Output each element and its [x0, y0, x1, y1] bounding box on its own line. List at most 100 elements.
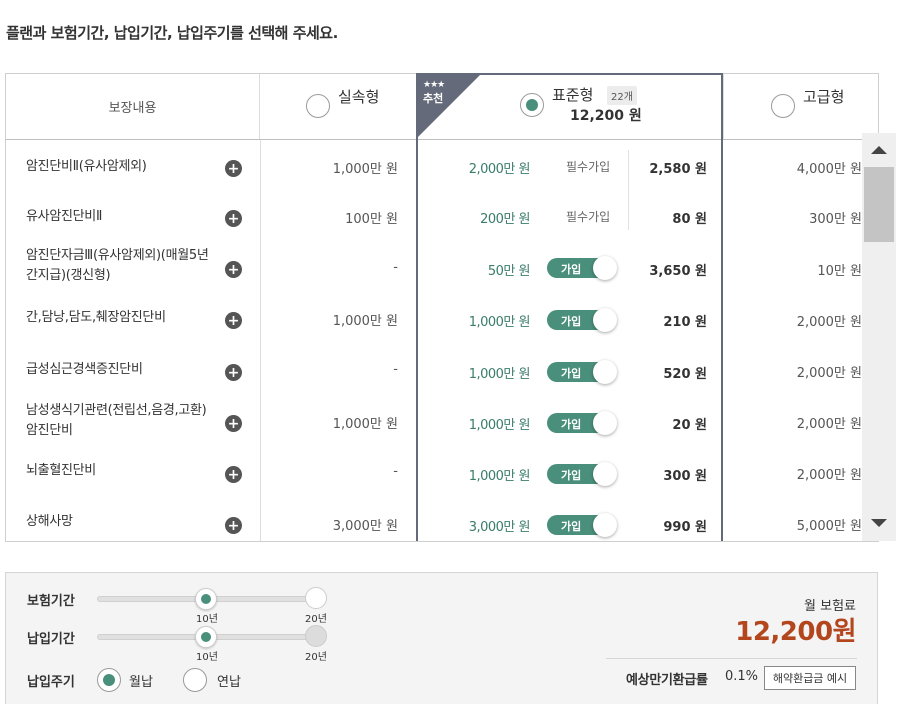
premium-amount: 300만 원	[809, 212, 862, 227]
plus-circle-icon[interactable]: +	[225, 312, 242, 329]
standard-price: 2,580 원	[649, 162, 707, 177]
coverage-name: 뇌출혈진단비	[26, 463, 96, 478]
table-row: 간,담낭,담도,췌장암진단비 + 1,000만 원 1,000만 원 가입 21…	[6, 300, 878, 351]
premium-amount: 5,000만 원	[796, 519, 862, 534]
plan-radio-standard[interactable]	[520, 93, 544, 117]
refund-example-button[interactable]: 해약환급금 예시	[764, 666, 856, 690]
coverage-table: 암진단비Ⅱ(유사암제외) + 1,000만 원 2,000만 원 필수가입 2,…	[5, 140, 879, 542]
plan-name-premium: 고급형	[803, 88, 845, 106]
plan-name-standard: 표준형	[552, 86, 594, 104]
join-toggle[interactable]: 가입	[547, 462, 617, 486]
payment-period-label: 납입기간	[27, 632, 75, 647]
plan-name-silsok: 실속형	[338, 88, 380, 106]
monthly-radio[interactable]	[97, 668, 121, 692]
payment-period-slider[interactable]	[97, 624, 327, 648]
standard-amount: 50만 원	[487, 264, 531, 279]
table-row: 암진단자금Ⅲ(유사암제외)(매월5년간지급)(갱신형) + - 50만 원 가입…	[6, 242, 878, 293]
required-label: 필수가입	[566, 210, 611, 224]
slider-stop-20[interactable]	[305, 625, 327, 647]
plan-radio-premium[interactable]	[771, 94, 795, 118]
standard-plan-price: 12,200 원	[570, 108, 642, 124]
yearly-radio[interactable]	[183, 668, 207, 692]
standard-price: 520 원	[663, 367, 707, 382]
standard-price: 80 원	[672, 212, 707, 227]
slider-handle[interactable]	[195, 588, 217, 610]
monthly-premium-amount: 12,200원	[735, 617, 856, 647]
tick-20-years: 20년	[305, 614, 327, 625]
table-row: 상해사망 + 3,000만 원 3,000만 원 가입 990 원 5,000만…	[6, 504, 878, 541]
join-toggle[interactable]: 가입	[547, 360, 617, 384]
plus-circle-icon[interactable]: +	[225, 466, 242, 483]
coverage-name: 상해사망	[26, 514, 73, 529]
premium-amount: 2,000만 원	[796, 468, 862, 483]
plus-circle-icon[interactable]: +	[225, 261, 242, 278]
silsok-amount: 1,000만 원	[332, 314, 398, 329]
join-toggle[interactable]: 가입	[547, 411, 617, 435]
options-panel: 보험기간 10년 20년 납입기간 10년 20년 납입주기 월납 연납 월 보…	[5, 572, 878, 704]
plan-header: 보장내용 실속형 ★★★ 추천 표준형 22개 12,200 원 고급형	[5, 73, 879, 140]
standard-price: 990 원	[663, 520, 707, 535]
tick-20-years: 20년	[305, 652, 327, 663]
premium-amount: 2,000만 원	[796, 417, 862, 432]
instruction-text: 플랜과 보험기간, 납입기간, 납입주기를 선택해 주세요.	[6, 24, 338, 42]
star-icon: ★★★	[423, 80, 445, 90]
premium-amount: 2,000만 원	[796, 315, 862, 330]
plus-circle-icon[interactable]: +	[225, 160, 242, 177]
standard-amount: 200만 원	[480, 212, 530, 227]
premium-amount: 2,000만 원	[796, 366, 862, 381]
silsok-amount: -	[393, 362, 398, 377]
triangle-down-icon[interactable]	[871, 519, 887, 527]
recommend-label: 추천	[423, 92, 444, 105]
silsok-amount: 1,000만 원	[332, 162, 398, 177]
coverage-name: 남성생식기관련(전립선,음경,고환)암진단비	[26, 403, 207, 438]
join-toggle[interactable]: 가입	[547, 513, 617, 537]
coverage-column-header: 보장내용	[6, 74, 260, 139]
silsok-amount: -	[393, 260, 398, 275]
plus-circle-icon[interactable]: +	[225, 364, 242, 381]
coverage-count-badge: 22개	[607, 86, 637, 105]
table-row: 암진단비Ⅱ(유사암제외) + 1,000만 원 2,000만 원 필수가입 2,…	[6, 147, 878, 198]
insurance-period-slider[interactable]	[97, 586, 327, 610]
plus-circle-icon[interactable]: +	[225, 517, 242, 534]
standard-amount: 2,000만 원	[468, 162, 531, 177]
table-row: 뇌출혈진단비 + - 1,000만 원 가입 300 원 2,000만 원	[6, 453, 878, 504]
yearly-option-label: 연납	[217, 675, 241, 690]
coverage-name: 간,담낭,담도,췌장암진단비	[26, 310, 166, 325]
premium-amount: 4,000만 원	[796, 162, 862, 177]
plus-circle-icon[interactable]: +	[225, 415, 242, 432]
coverage-name: 유사암진단비Ⅱ	[26, 209, 103, 224]
required-label: 필수가입	[566, 160, 611, 174]
join-toggle[interactable]: 가입	[547, 308, 617, 332]
coverage-name: 암진단자금Ⅲ(유사암제외)(매월5년간지급)(갱신형)	[26, 248, 209, 283]
table-row: 남성생식기관련(전립선,음경,고환)암진단비 + 1,000만 원 1,000만…	[6, 396, 878, 447]
standard-amount: 1,000만 원	[468, 315, 531, 330]
tick-10-years: 10년	[196, 652, 218, 663]
plan-option-standard[interactable]: ★★★ 추천 표준형 22개 12,200 원	[416, 73, 723, 140]
silsok-amount: 1,000만 원	[332, 417, 398, 432]
triangle-up-icon[interactable]	[871, 146, 887, 154]
tick-10-years: 10년	[196, 614, 218, 625]
plan-option-premium[interactable]: 고급형	[723, 74, 878, 139]
payment-cycle-label: 납입주기	[27, 675, 75, 690]
refund-rate-value: 0.1%	[725, 669, 759, 684]
standard-price: 20 원	[672, 418, 707, 433]
table-scrollbar[interactable]	[862, 133, 896, 541]
coverage-name: 급성심근경색증진단비	[26, 362, 143, 377]
slider-handle[interactable]	[195, 626, 217, 648]
divider	[606, 658, 857, 659]
scroll-thumb[interactable]	[864, 167, 894, 242]
standard-price: 300 원	[663, 469, 707, 484]
standard-amount: 1,000만 원	[468, 469, 531, 484]
slider-stop-20[interactable]	[305, 587, 327, 609]
insurance-period-label: 보험기간	[27, 594, 75, 609]
standard-price: 3,650 원	[649, 264, 707, 279]
plan-radio-silsok[interactable]	[306, 94, 330, 118]
table-row: 급성심근경색증진단비 + - 1,000만 원 가입 520 원 2,000만 …	[6, 351, 878, 402]
plan-option-silsok[interactable]: 실속형	[260, 74, 416, 139]
standard-amount: 1,000만 원	[468, 418, 531, 433]
standard-amount: 3,000만 원	[468, 520, 531, 535]
refund-rate-label: 예상만기환급률	[626, 673, 708, 688]
join-toggle[interactable]: 가입	[547, 256, 617, 280]
recommend-ribbon: ★★★ 추천	[418, 75, 480, 137]
plus-circle-icon[interactable]: +	[225, 210, 242, 227]
